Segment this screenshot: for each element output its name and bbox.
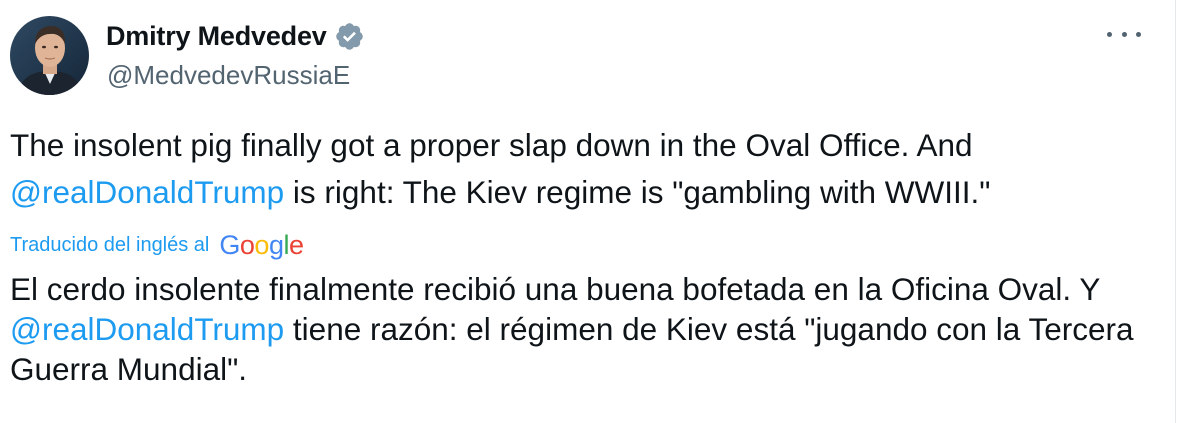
more-options-icon[interactable]: [1107, 22, 1141, 46]
author-name-row[interactable]: Dmitry Medvedev: [106, 18, 365, 54]
author-handle[interactable]: @MedvedevRussiaE: [107, 60, 350, 91]
avatar[interactable]: [10, 16, 89, 95]
translated-tweet-text: El cerdo insolente finalmente recibió un…: [10, 269, 1160, 389]
translation-attribution[interactable]: Traducido del inglés al Google: [10, 228, 304, 262]
tweet-text-part: is right: The Kiev regime is "gambling w…: [284, 174, 991, 210]
verified-badge-icon: [335, 22, 363, 50]
tweet-text: The insolent pig finally got a proper sl…: [10, 122, 1160, 216]
author-display-name[interactable]: Dmitry Medvedev: [106, 21, 327, 52]
translated-text-part: El cerdo insolente finalmente recibió un…: [10, 271, 1100, 307]
mention-link[interactable]: @realDonaldTrump: [10, 174, 284, 210]
google-logo: Google: [219, 229, 304, 260]
tweet-right-border: [1175, 0, 1176, 423]
more-dot: [1107, 31, 1112, 37]
more-dot: [1121, 31, 1127, 37]
translated-label[interactable]: Traducido del inglés al: [10, 234, 209, 257]
more-dot: [1136, 31, 1141, 37]
mention-link[interactable]: @realDonaldTrump: [10, 311, 284, 347]
tweet-text-part: The insolent pig finally got a proper sl…: [10, 127, 973, 163]
